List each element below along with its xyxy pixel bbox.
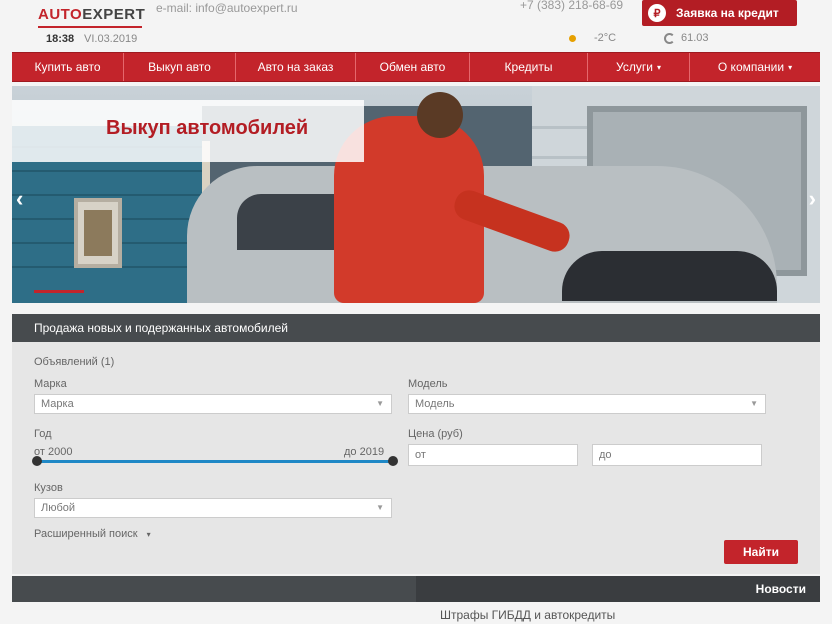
brand-select[interactable]: Марка ▼ (34, 394, 392, 414)
brand-select-value: Марка (41, 398, 74, 410)
nav-item-label: Выкуп авто (148, 60, 211, 74)
find-button[interactable]: Найти (724, 540, 798, 564)
banner-door (74, 198, 122, 268)
search-form: Объявлений (1) Марка Марка ▼ Модель Модел… (12, 342, 820, 574)
chevron-down-icon: ▾ (656, 62, 661, 72)
bottom-bar-left (12, 576, 416, 602)
nav-item-buy[interactable]: Купить авто (12, 53, 124, 81)
chevron-down-icon: ▼ (376, 399, 384, 408)
price-label: Цена (руб) (408, 428, 463, 440)
body-select[interactable]: Любой ▼ (34, 498, 392, 518)
main-nav: Купить авто Выкуп авто Авто на заказ Обм… (12, 52, 820, 82)
credit-request-label: Заявка на кредит (676, 6, 779, 20)
extended-search-label: Расширенный поиск (34, 528, 138, 540)
nav-item-about[interactable]: О компании ▾ (690, 53, 820, 81)
banner-person-head (417, 92, 463, 138)
search-title-bar: Продажа новых и подержанных автомобилей (12, 314, 820, 342)
weather-temperature: -2°C (594, 32, 617, 44)
news-title[interactable]: Новости (756, 582, 806, 596)
credit-request-button[interactable]: ₽ Заявка на кредит (642, 0, 797, 26)
logo[interactable]: AUTOEXPERT (38, 6, 145, 23)
listings-count: Объявлений (1) (34, 356, 115, 368)
chevron-right-icon[interactable]: › (809, 186, 816, 212)
year-to: до 2019 (344, 446, 385, 458)
header-date: VI.03.2019 (84, 33, 138, 45)
model-select[interactable]: Модель ▼ (408, 394, 766, 414)
exchange-rate: 61.03 (681, 32, 709, 44)
body-label: Кузов (34, 482, 63, 494)
nav-item-order[interactable]: Авто на заказ (236, 53, 356, 81)
model-select-value: Модель (415, 398, 455, 410)
brand-label: Марка (34, 378, 67, 390)
ruble-icon: ₽ (648, 4, 666, 22)
nav-item-label: Обмен авто (379, 60, 446, 74)
news-item[interactable]: Штрафы ГИБДД и автокредиты (440, 608, 615, 622)
currency-icon (664, 33, 675, 44)
nav-item-services[interactable]: Услуги ▾ (588, 53, 690, 81)
nav-item-buyout[interactable]: Выкуп авто (124, 53, 236, 81)
price-to-input[interactable]: до (592, 444, 762, 466)
search-title: Продажа новых и подержанных автомобилей (34, 321, 288, 335)
year-slider-min-handle[interactable] (32, 456, 42, 466)
chevron-left-icon[interactable]: ‹ (16, 186, 23, 212)
slide-indicator[interactable] (34, 290, 84, 293)
nav-item-label: О компании (717, 60, 785, 74)
header: AUTOEXPERT 18:38 VI.03.2019 e-mail: info… (0, 0, 832, 52)
year-label: Год (34, 428, 52, 440)
body-select-value: Любой (41, 502, 76, 514)
nav-item-exchange[interactable]: Обмен авто (356, 53, 470, 81)
nav-item-label: Авто на заказ (257, 60, 334, 74)
year-slider-max-handle[interactable] (388, 456, 398, 466)
chevron-down-icon: ▾ (788, 62, 793, 72)
logo-underline (38, 26, 142, 28)
extended-search-link[interactable]: Расширенный поиск ▾ (34, 528, 151, 540)
price-from-input[interactable]: от (408, 444, 578, 466)
chevron-down-icon: ▼ (750, 399, 758, 408)
model-label: Модель (408, 378, 448, 390)
nav-item-credits[interactable]: Кредиты (470, 53, 588, 81)
sun-icon (569, 35, 576, 42)
chevron-down-icon: ▾ (146, 530, 151, 539)
banner-title: Выкуп автомобилей (106, 117, 309, 139)
nav-item-label: Кредиты (504, 60, 553, 74)
nav-item-label: Купить авто (34, 60, 101, 74)
header-email[interactable]: e-mail: info@autoexpert.ru (156, 1, 298, 15)
logo-auto-text: AUTO (38, 6, 83, 23)
nav-item-label: Услуги (616, 60, 653, 74)
header-phone[interactable]: +7 (383) 218-68-69 (520, 0, 623, 12)
hero-banner[interactable]: Выкуп автомобилей ‹ › (12, 86, 820, 303)
chevron-down-icon: ▼ (376, 503, 384, 512)
header-time: 18:38 (46, 33, 75, 45)
year-slider[interactable] (36, 460, 392, 463)
banner-car-hood (562, 251, 777, 301)
logo-expert-text: EXPERT (82, 6, 146, 23)
